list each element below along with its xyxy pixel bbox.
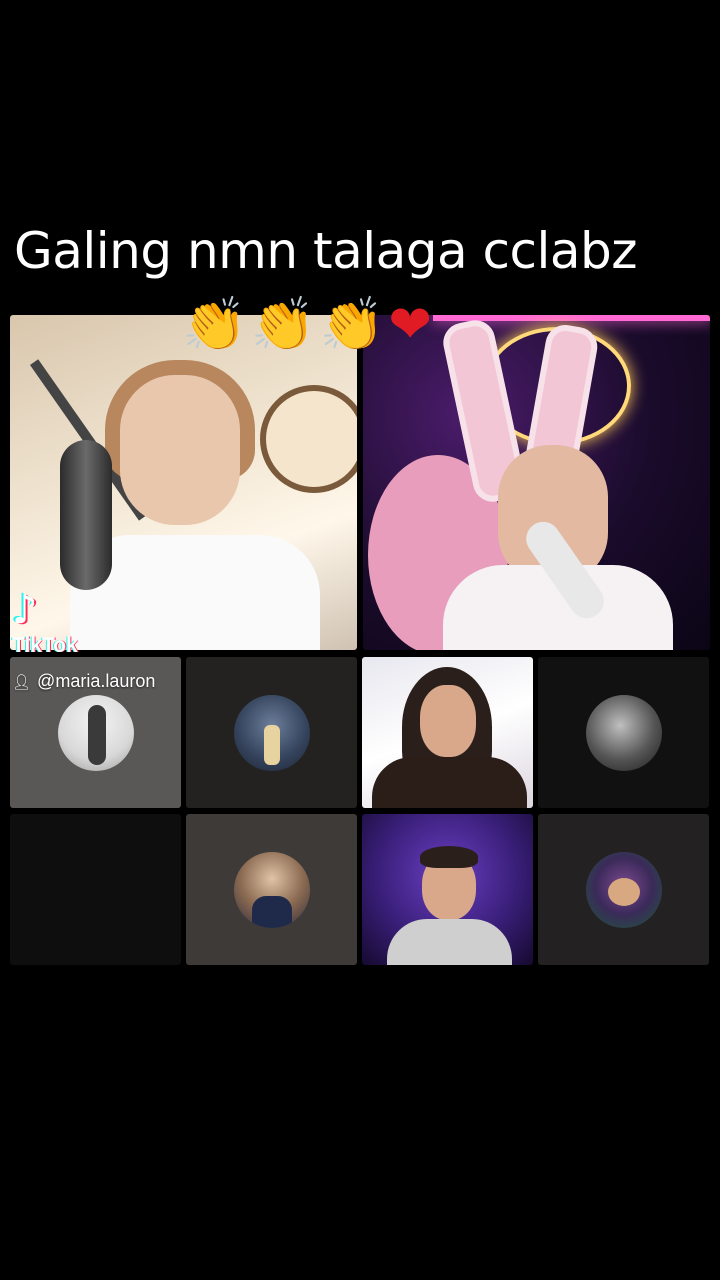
red-heart-emoji: ❤	[388, 295, 432, 355]
guest-tile-2[interactable]	[186, 657, 357, 808]
guest-video-7[interactable]	[362, 814, 533, 965]
video-caption: Galing nmn talaga cclabz	[14, 222, 638, 280]
guest-tile-6[interactable]	[186, 814, 357, 965]
tiktok-wordmark: TikTok	[12, 634, 78, 657]
creator-handle-text: @maria.lauron	[37, 671, 156, 691]
guest-shirt	[387, 919, 512, 965]
guest-avatar	[233, 851, 310, 928]
tiktok-logo-icon: ♪	[12, 587, 38, 633]
microphone	[60, 440, 112, 590]
emoji-row: 👏 👏 👏 ❤	[182, 292, 432, 358]
clapping-hands-emoji: 👏	[182, 295, 247, 355]
guest-face	[420, 685, 476, 757]
person-icon: 👤︎	[12, 673, 32, 691]
guest-headphones	[420, 846, 478, 868]
guest-avatar	[57, 694, 134, 771]
host-video-right[interactable]	[363, 315, 710, 650]
empty-seat-tile[interactable]	[10, 814, 181, 965]
creator-handle: 👤︎ @maria.lauron	[12, 671, 155, 692]
guest-shirt	[372, 757, 527, 808]
guest-avatar	[233, 694, 310, 771]
clapping-hands-emoji: 👏	[250, 295, 316, 355]
guest-tile-8[interactable]	[538, 814, 709, 965]
wall-clock	[260, 385, 357, 493]
guest-avatar	[585, 851, 662, 928]
guest-video-3[interactable]	[362, 657, 533, 808]
guest-tile-4[interactable]	[538, 657, 709, 808]
guest-avatar	[585, 694, 662, 771]
clapping-hands-emoji: 👏	[319, 295, 385, 355]
tiktok-watermark: ♪ TikTok	[12, 588, 78, 658]
singer-face	[120, 375, 240, 525]
